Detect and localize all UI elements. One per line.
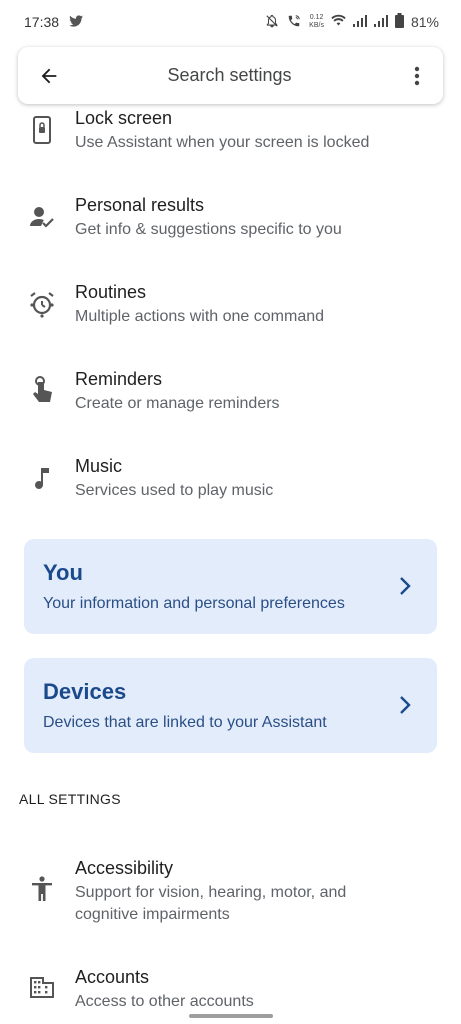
chevron-right-icon — [400, 577, 411, 595]
status-bar: 17:38 0.12 KB/s 81% — [0, 0, 461, 44]
reminder-hand-icon — [27, 376, 57, 406]
item-title: Accounts — [75, 967, 150, 987]
battery-level: 81% — [410, 14, 439, 30]
routines-icon — [27, 289, 57, 319]
wifi-calling-icon — [286, 14, 302, 31]
wifi-icon — [331, 14, 346, 30]
search-bar[interactable]: Search settings — [18, 47, 443, 104]
settings-item-accessibility[interactable]: Accessibility Support for vision, hearin… — [0, 858, 461, 928]
item-subtitle: Support for vision, hearing, motor, and … — [75, 884, 347, 923]
back-button[interactable] — [18, 47, 80, 104]
net-speed-unit: KB/s — [309, 22, 324, 29]
more-vert-icon — [414, 66, 420, 85]
mute-icon — [265, 14, 279, 31]
network-speed: 0.12 KB/s — [309, 14, 324, 30]
accessibility-icon — [27, 874, 57, 904]
all-settings-header: ALL SETTINGS — [19, 791, 121, 807]
item-title: Reminders — [75, 369, 163, 389]
battery-icon — [394, 13, 404, 31]
settings-item-personal-results[interactable]: Personal results Get info & suggestions … — [0, 195, 461, 255]
card-title: You — [43, 560, 83, 585]
accounts-building-icon — [27, 972, 57, 1002]
item-subtitle: Access to other accounts — [75, 993, 254, 1006]
signal-icon-2 — [373, 14, 388, 30]
item-subtitle: Get info & suggestions specific to you — [75, 221, 342, 238]
item-subtitle: Use Assistant when your screen is locked — [75, 134, 370, 151]
lock-screen-icon — [27, 115, 57, 145]
devices-card[interactable]: Devices Devices that are linked to your … — [24, 658, 437, 753]
item-title: Lock screen — [75, 108, 173, 128]
arrow-back-icon — [41, 68, 57, 83]
music-note-icon — [27, 463, 57, 493]
item-title: Routines — [75, 282, 147, 302]
item-subtitle: Create or manage reminders — [75, 395, 280, 412]
twitter-icon — [69, 14, 84, 30]
person-check-icon — [27, 202, 57, 232]
more-options-button[interactable] — [391, 47, 443, 104]
settings-item-music[interactable]: Music Services used to play music — [0, 456, 461, 516]
settings-item-reminders[interactable]: Reminders Create or manage reminders — [0, 369, 461, 429]
card-subtitle: Your information and personal preference… — [43, 595, 345, 612]
item-title: Personal results — [75, 195, 205, 215]
chevron-right-icon — [400, 696, 411, 714]
gesture-home-bar[interactable] — [189, 1014, 273, 1018]
item-subtitle: Multiple actions with one command — [75, 308, 325, 325]
net-speed-value: 0.12 — [309, 14, 324, 21]
item-title: Accessibility — [75, 858, 174, 878]
search-input[interactable]: Search settings — [80, 65, 391, 86]
item-subtitle: Services used to play music — [75, 482, 274, 499]
you-card[interactable]: You Your information and personal prefer… — [24, 539, 437, 634]
settings-item-lock-screen[interactable]: Lock screen Use Assistant when your scre… — [0, 108, 461, 168]
card-subtitle: Devices that are linked to your Assistan… — [43, 714, 327, 731]
item-title: Music — [75, 456, 123, 476]
status-time: 17:38 — [24, 14, 60, 30]
signal-icon-1 — [352, 14, 367, 30]
card-title: Devices — [43, 679, 127, 704]
settings-item-routines[interactable]: Routines Multiple actions with one comma… — [0, 282, 461, 342]
settings-item-accounts[interactable]: Accounts Access to other accounts — [0, 966, 461, 1006]
